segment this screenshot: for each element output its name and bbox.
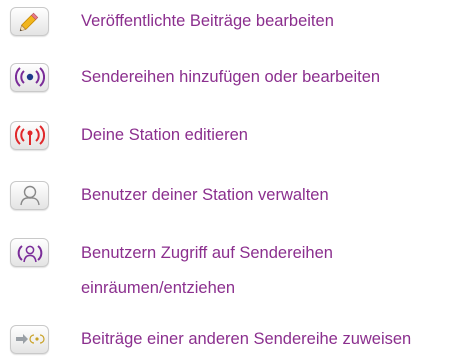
menu-item-label[interactable]: Sendereihen hinzufügen oder bearbeiten: [81, 67, 380, 87]
user-access-icon: [17, 244, 42, 262]
pencil-icon-button[interactable]: [10, 6, 49, 36]
user-icon: [19, 185, 40, 206]
menu-item-label-line2[interactable]: einräumen/entziehen: [81, 278, 235, 298]
user-icon-button[interactable]: [10, 180, 49, 210]
assign-arrow-icon-button[interactable]: [10, 324, 49, 354]
station-antenna-icon: [14, 125, 45, 145]
menu-item-users[interactable]: Benutzer deiner Station verwalten: [0, 178, 475, 212]
user-access-icon-button[interactable]: [10, 238, 49, 267]
menu-item-station[interactable]: Deine Station editieren: [0, 118, 475, 152]
menu-item-assign-posts[interactable]: Beiträge einer anderen Sendereihe zuweis…: [0, 322, 475, 356]
pencil-icon: [19, 12, 38, 32]
assign-arrow-icon: [15, 334, 45, 344]
menu-item-label[interactable]: Beiträge einer anderen Sendereihe zuweis…: [81, 329, 411, 349]
menu-item-edit-posts[interactable]: Veröffentlichte Beiträge bearbeiten: [0, 4, 475, 38]
menu-item-series[interactable]: Sendereihen hinzufügen oder bearbeiten: [0, 60, 475, 94]
menu-item-label[interactable]: Deine Station editieren: [81, 125, 248, 145]
menu-item-label[interactable]: Benutzern Zugriff auf Sendereihen: [81, 243, 333, 263]
menu-item-series-access[interactable]: Benutzern Zugriff auf Sendereihen einräu…: [0, 238, 475, 308]
station-antenna-icon-button[interactable]: [10, 120, 49, 150]
broadcast-series-icon: [14, 67, 45, 87]
menu-item-label[interactable]: Benutzer deiner Station verwalten: [81, 185, 329, 205]
broadcast-series-icon-button[interactable]: [10, 62, 49, 92]
menu-item-label[interactable]: Veröffentlichte Beiträge bearbeiten: [81, 11, 334, 31]
admin-menu: Veröffentlichte Beiträge bearbeiten Send…: [0, 0, 475, 360]
